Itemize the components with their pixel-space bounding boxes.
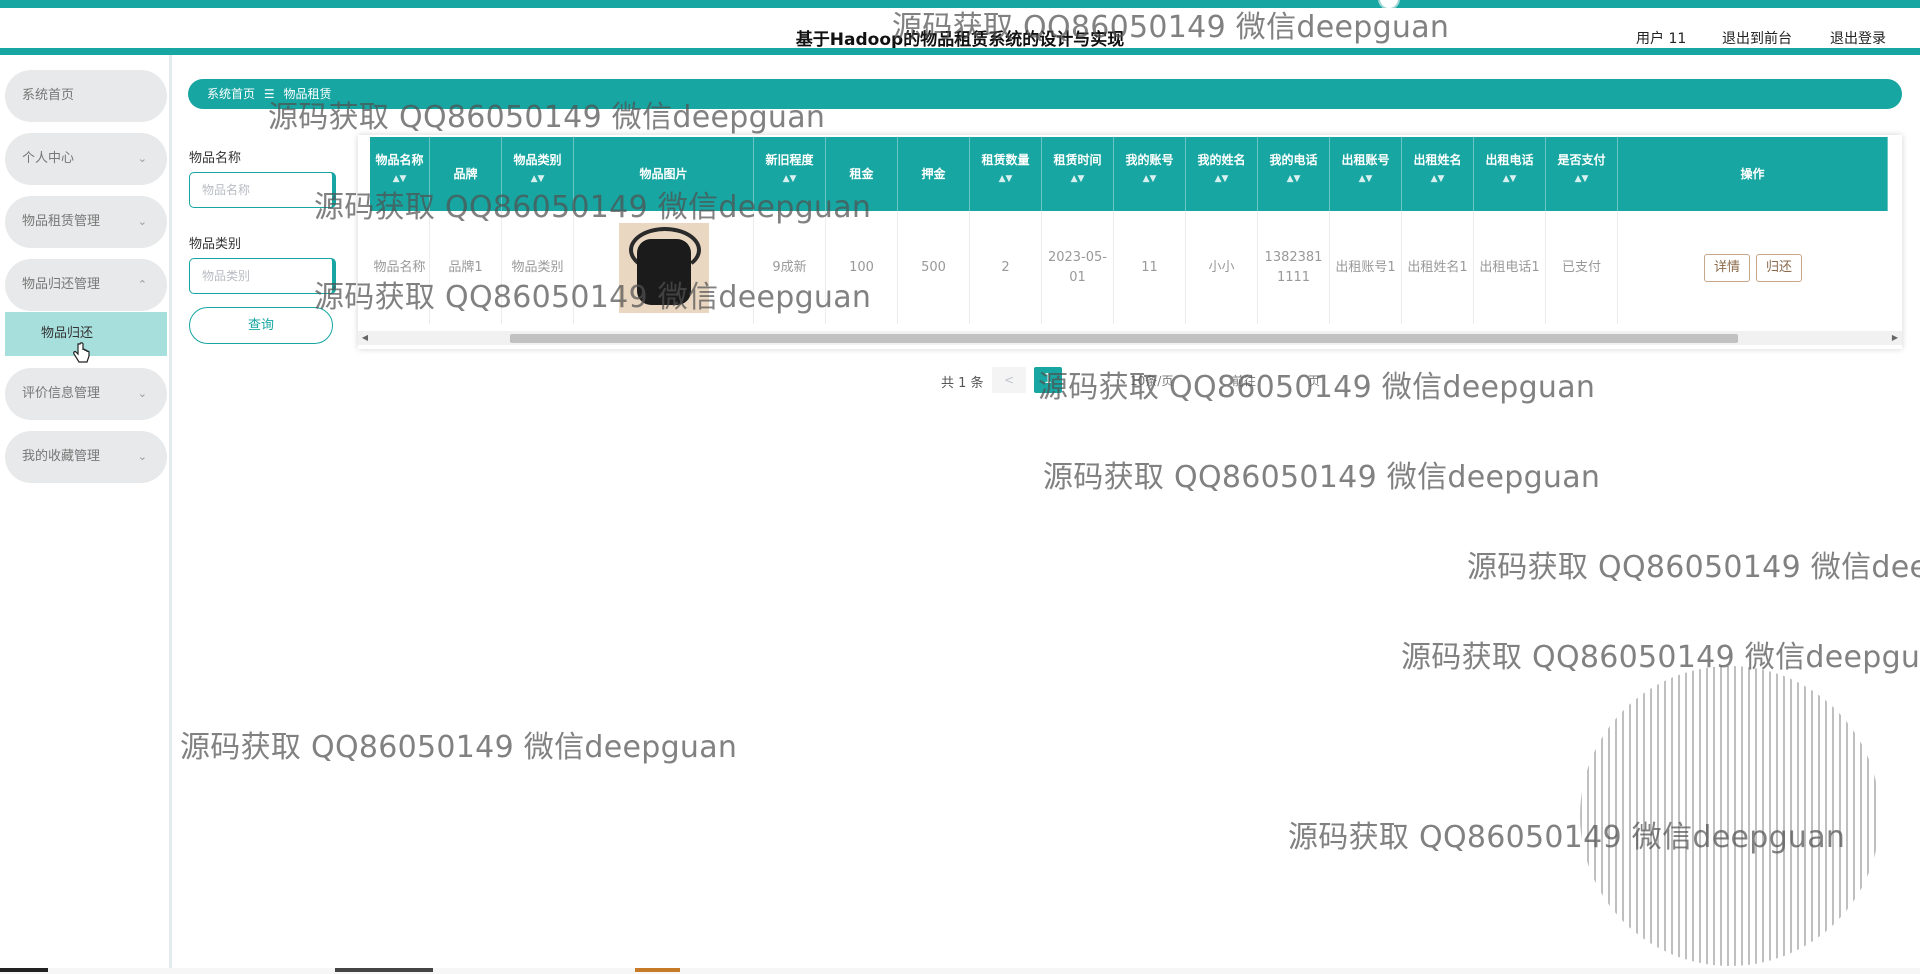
chevron-down-icon: ⌄	[137, 450, 147, 463]
table-cell: 出租电话1	[1474, 211, 1546, 324]
scroll-right-icon[interactable]: ▶	[1888, 331, 1902, 345]
sort-icon[interactable]: ▲▼	[1546, 174, 1617, 184]
watermark-text: 源码获取 QQ86050149 微信deepguan	[1038, 370, 1596, 405]
taskbar-segment	[335, 968, 433, 972]
query-button[interactable]: 查询	[189, 307, 333, 344]
sidebar-item-label: 物品归还管理	[22, 277, 101, 292]
column-header-label: 押金	[921, 167, 946, 181]
sidebar-item-home[interactable]: 系统首页	[5, 70, 167, 122]
column-header-label: 品牌	[453, 167, 478, 181]
watermark-text: 源码获取 QQ86050149 微信deepguan	[314, 190, 872, 225]
sort-icon[interactable]: ▲▼	[1330, 174, 1401, 184]
watermark-text: 源码获取 QQ86050149 微信deepguan	[1288, 820, 1846, 855]
taskbar-segment	[0, 968, 48, 972]
hand-cursor-icon	[73, 342, 90, 363]
column-header[interactable]: 租赁数量 ▲▼	[970, 137, 1042, 211]
sidebar-item-review-management[interactable]: 评价信息管理 ⌄	[5, 368, 167, 420]
item-name-label: 物品名称	[189, 151, 242, 166]
horizontal-scrollbar[interactable]: ◀ ▶	[358, 331, 1902, 345]
breadcrumb-home[interactable]: 系统首页	[207, 87, 255, 101]
pagination-total: 共 1 条	[941, 376, 984, 391]
chevron-down-icon: ⌄	[137, 387, 147, 400]
column-header[interactable]: 是否支付 ▲▼	[1546, 137, 1618, 211]
item-category-label: 物品类别	[189, 237, 242, 252]
sidebar-item-personal-center[interactable]: 个人中心 ⌄	[5, 133, 167, 185]
table-cell: 出租姓名1	[1402, 211, 1474, 324]
column-header-label: 物品图片	[639, 167, 688, 181]
sort-icon[interactable]: ▲▼	[1474, 174, 1545, 184]
watermark-text: 源码获取 QQ86050149 微信deepguan	[1043, 460, 1601, 495]
sort-icon[interactable]: ▲▼	[1186, 174, 1257, 184]
column-header[interactable]: 我的电话 ▲▼	[1258, 137, 1330, 211]
taskbar-segment	[635, 968, 680, 972]
sidebar-item-label: 物品租赁管理	[22, 214, 101, 229]
header-bottom-stripe	[0, 48, 1920, 55]
column-header-label: 我的姓名	[1197, 153, 1246, 167]
column-header-label: 是否支付	[1557, 153, 1606, 167]
column-header[interactable]: 出租姓名 ▲▼	[1402, 137, 1474, 211]
sidebar-item-rental-management[interactable]: 物品租赁管理 ⌄	[5, 196, 167, 248]
column-header-label: 租赁数量	[981, 153, 1030, 167]
watermark-text: 源码获取 QQ86050149 微信deepguan	[314, 280, 872, 315]
sort-icon[interactable]: ▲▼	[1114, 174, 1185, 184]
watermark-text: 源码获取 QQ86050149 微信deepguan	[180, 730, 738, 765]
column-header: 操作	[1618, 137, 1888, 211]
column-header-label: 操作	[1740, 167, 1765, 181]
column-header[interactable]: 租赁时间 ▲▼	[1042, 137, 1114, 211]
table-cell: 小小	[1186, 211, 1258, 324]
sidebar-item-label: 我的收藏管理	[22, 449, 101, 464]
column-header-label: 出租电话	[1485, 153, 1534, 167]
table-cell: 13823811111	[1258, 211, 1330, 324]
column-header-label: 新旧程度	[765, 153, 814, 167]
sidebar-item-label: 评价信息管理	[22, 386, 101, 401]
sidebar-item-label: 系统首页	[22, 88, 75, 103]
column-header[interactable]: 出租账号 ▲▼	[1330, 137, 1402, 211]
column-header[interactable]: 我的账号 ▲▼	[1114, 137, 1186, 211]
table-cell: 已支付	[1546, 211, 1618, 324]
column-header[interactable]: 我的姓名 ▲▼	[1186, 137, 1258, 211]
scrollbar-thumb[interactable]	[510, 334, 1738, 343]
sidebar-item-label: 个人中心	[22, 151, 75, 166]
return-button[interactable]: 归还	[1756, 253, 1803, 282]
back-to-front-link[interactable]: 退出到前台	[1722, 28, 1792, 48]
column-header[interactable]: 押金	[898, 137, 970, 211]
sidebar-item-return-management[interactable]: 物品归还管理 ⌃	[5, 259, 167, 311]
column-header-label: 我的电话	[1269, 153, 1318, 167]
sidebar-item-favorites-management[interactable]: 我的收藏管理 ⌄	[5, 431, 167, 483]
watermark-text: 源码获取 QQ86050149 微信deepguan	[1467, 550, 1920, 585]
table-cell: 出租账号1	[1330, 211, 1402, 324]
column-header-label: 租金	[849, 167, 874, 181]
scroll-left-icon[interactable]: ◀	[358, 331, 372, 345]
column-header-label: 物品类别	[513, 153, 562, 167]
watermark-text: 源码获取 QQ86050149 微信deepguan	[892, 10, 1450, 45]
bottom-edge	[0, 968, 1920, 974]
detail-button[interactable]: 详情	[1703, 253, 1750, 282]
watermark-text: 源码获取 QQ86050149 微信deepguan	[1401, 640, 1920, 675]
sort-icon[interactable]: ▲▼	[970, 174, 1041, 184]
data-table: 物品名称 ▲▼ 品牌 物品类别 ▲▼ 物品图片 新旧程度 ▲▼ 租金 押金 租赁数量 ▲…	[358, 135, 1902, 349]
chevron-up-icon: ⌃	[137, 278, 147, 291]
column-header-label: 我的账号	[1125, 153, 1174, 167]
sort-icon[interactable]: ▲▼	[1258, 174, 1329, 184]
table-cell: 2	[970, 211, 1042, 324]
column-header-label: 出租姓名	[1413, 153, 1462, 167]
column-header[interactable]: 出租电话 ▲▼	[1474, 137, 1546, 211]
table-cell-actions: 详情 归还	[1618, 211, 1888, 324]
sort-icon[interactable]: ▲▼	[1042, 174, 1113, 184]
table-cell: 500	[898, 211, 970, 324]
chevron-down-icon: ⌄	[137, 215, 147, 228]
column-header-label: 出租账号	[1341, 153, 1390, 167]
user-label: 用户 11	[1636, 31, 1687, 47]
table-cell: 2023-05-01	[1042, 211, 1114, 324]
column-header-label: 租赁时间	[1053, 153, 1102, 167]
column-header-label: 物品名称	[375, 153, 424, 167]
pagination-prev-button[interactable]: <	[992, 367, 1026, 393]
table-cell: 11	[1114, 211, 1186, 324]
chevron-down-icon: ⌄	[137, 152, 147, 165]
watermark-text: 源码获取 QQ86050149 微信deepguan	[268, 100, 826, 135]
sort-icon[interactable]: ▲▼	[1402, 174, 1473, 184]
logout-link[interactable]: 退出登录	[1830, 28, 1886, 48]
sidebar: 系统首页 个人中心 ⌄ 物品租赁管理 ⌄ 物品归还管理 ⌃ 物品归还 评价信息管…	[0, 55, 172, 974]
